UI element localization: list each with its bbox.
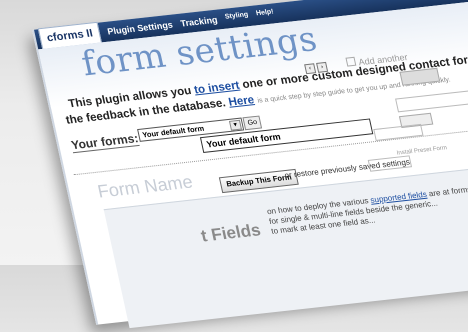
checkbox-icon[interactable] <box>345 56 357 67</box>
app-name: cforms <box>45 28 85 45</box>
form-select-value: Your default form <box>141 123 205 140</box>
chevron-down-icon[interactable]: ▾ <box>228 119 243 131</box>
form-name-label: Form Name <box>95 171 195 202</box>
nav-help[interactable]: Help! <box>255 8 275 20</box>
app-version: II <box>85 27 94 40</box>
page-next-icon[interactable]: › <box>316 61 329 73</box>
nav-plugin-settings[interactable]: Plugin Settings <box>106 20 173 37</box>
nav-styling[interactable]: Styling <box>224 11 249 23</box>
restore-file-input[interactable] <box>367 155 413 172</box>
forms-label: Your forms: <box>69 131 140 154</box>
browser-window: cformsII Plugin Settings Tracking Stylin… <box>32 0 468 329</box>
here-link[interactable]: Here <box>227 94 255 109</box>
nav-tracking[interactable]: Tracking <box>180 15 219 29</box>
page-prev-icon[interactable]: ‹ <box>304 63 317 75</box>
go-button[interactable]: Go <box>242 115 263 131</box>
side-input[interactable] <box>395 88 468 113</box>
install-preset-label[interactable]: Install Preset Form <box>396 145 447 156</box>
